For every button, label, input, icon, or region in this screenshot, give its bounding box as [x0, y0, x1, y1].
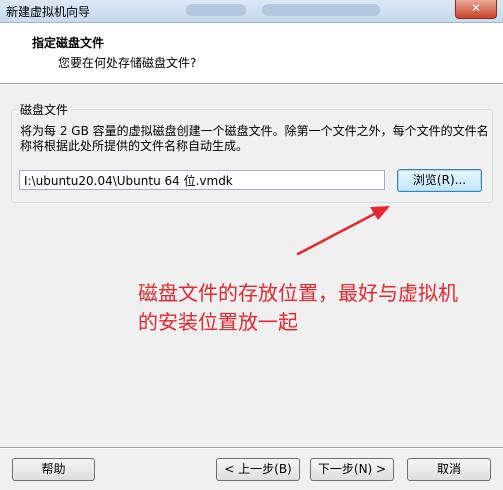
arrow-shaft — [296, 210, 380, 256]
cancel-button[interactable]: 取消 — [407, 458, 491, 481]
back-button[interactable]: < 上一步(B) — [216, 458, 300, 481]
footer-divider — [0, 447, 503, 448]
arrow-head — [370, 206, 390, 220]
help-button[interactable]: 帮助 — [12, 458, 95, 481]
annotation-arrow — [296, 206, 390, 256]
next-button[interactable]: 下一步(N) > — [310, 458, 394, 481]
